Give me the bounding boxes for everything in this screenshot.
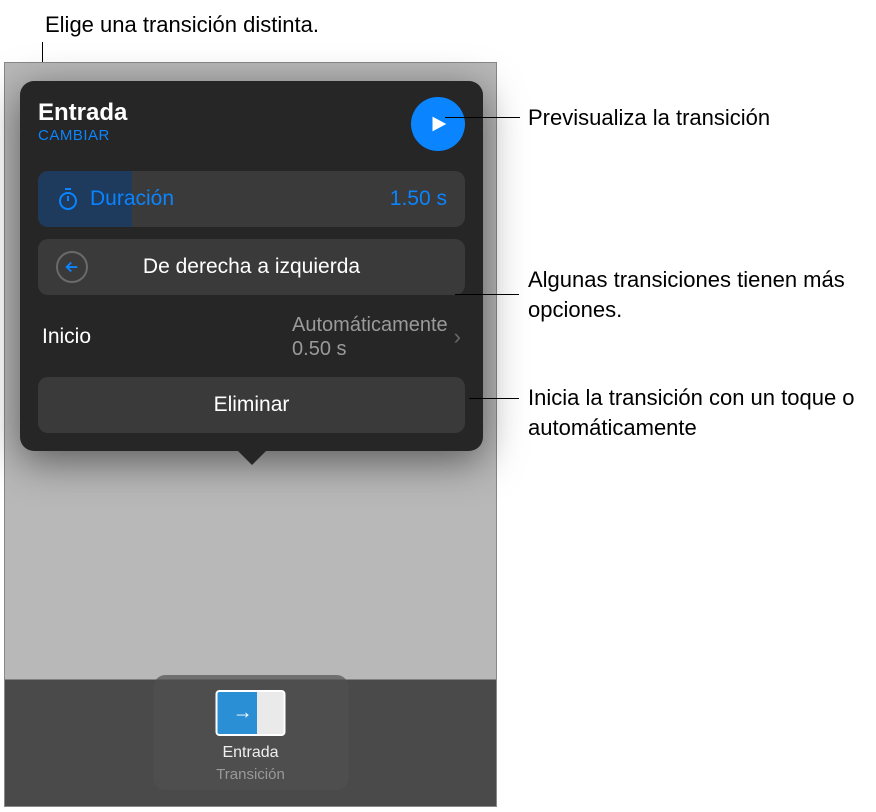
duration-label: Duración	[90, 187, 174, 211]
screenshot-background: Entrada CAMBIAR Duración	[4, 62, 497, 807]
tile-subtitle: Transición	[216, 766, 285, 783]
arrow-left-icon	[56, 251, 88, 283]
callout-line-options	[455, 294, 519, 295]
callout-line-start	[469, 398, 519, 399]
duration-slider[interactable]: Duración 1.50 s	[38, 171, 465, 227]
start-label: Inicio	[42, 325, 91, 349]
transition-tile[interactable]: → Entrada Transición	[153, 675, 348, 790]
title-block: Entrada CAMBIAR	[38, 99, 127, 144]
delete-button[interactable]: Eliminar	[38, 377, 465, 433]
annotation-change: Elige una transición distinta.	[45, 12, 319, 38]
annotation-preview: Previsualiza la transición	[528, 103, 770, 133]
direction-button[interactable]: De derecha a izquierda	[38, 239, 465, 295]
change-button[interactable]: CAMBIAR	[38, 127, 127, 144]
arrow-right-icon: →	[233, 702, 253, 725]
timer-icon	[56, 187, 80, 211]
popover-arrow	[236, 449, 268, 465]
start-mode: Automáticamente	[292, 313, 448, 337]
duration-value: 1.50 s	[390, 187, 447, 211]
tile-title: Entrada	[222, 744, 278, 762]
preview-button[interactable]	[411, 97, 465, 151]
annotation-options: Algunas transiciones tienen más opciones…	[528, 265, 876, 324]
start-row[interactable]: Inicio Automáticamente 0.50 s ›	[38, 307, 465, 377]
popover-header: Entrada CAMBIAR	[38, 99, 465, 151]
start-delay: 0.50 s	[292, 337, 346, 361]
direction-label: De derecha a izquierda	[143, 255, 360, 279]
annotation-start: Inicia la transición con un toque o auto…	[528, 383, 876, 442]
chevron-right-icon: ›	[454, 324, 461, 350]
start-value: Automáticamente 0.50 s ›	[292, 313, 461, 361]
transition-popover: Entrada CAMBIAR Duración	[20, 81, 483, 451]
popover-title: Entrada	[38, 99, 127, 127]
callout-line-preview	[445, 117, 520, 118]
transition-icon: →	[216, 690, 286, 736]
